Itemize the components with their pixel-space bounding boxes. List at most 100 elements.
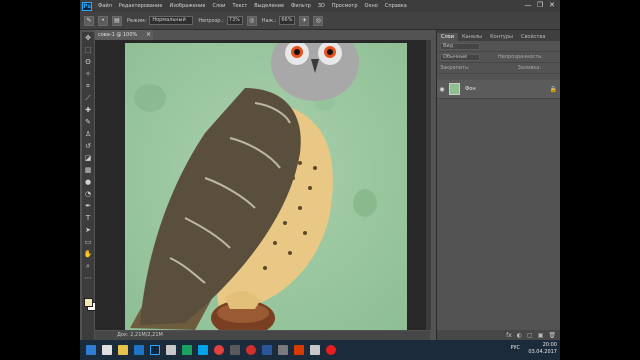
layer-filter-select[interactable]: Вид [440,42,480,50]
document-tab[interactable]: сова-1 @ 100% (RGB/8) × [95,30,153,48]
word-icon[interactable] [262,345,272,355]
healing-brush-tool-icon[interactable]: ✚ [82,104,94,116]
brush-tool-icon[interactable]: ✎ [84,15,94,26]
menu-bar: Ps Файл Редактирование Изображение Слои … [80,0,560,12]
document-area [95,40,430,330]
shape-tool-icon[interactable]: ▭ [82,236,94,248]
quick-select-tool-icon[interactable]: ✧ [82,68,94,80]
foreground-color-swatch[interactable] [84,298,93,307]
panel-tabs: Слои Каналы Контуры Свойства [437,30,560,41]
new-group-icon[interactable]: ▢ [527,332,533,339]
canvas[interactable] [125,43,407,330]
pressure-size-icon[interactable]: ◎ [313,15,324,26]
system-clock[interactable]: 20:00 03.04.2017 [528,342,557,356]
windows-taskbar: РУС 20:00 03.04.2017 [80,340,560,360]
photoshop-window: Ps Файл Редактирование Изображение Слои … [80,0,560,340]
window-controls: — ❐ ✕ [522,1,558,10]
document-size-status: Док: 2,21M/2,21M [117,332,163,338]
taskbar-app-icon-4[interactable] [310,345,320,355]
hand-tool-icon[interactable]: ✋ [82,248,94,260]
pressure-opacity-icon[interactable]: ◎ [246,15,257,26]
visibility-eye-icon[interactable]: ◉ [437,86,447,93]
vertical-scrollbar[interactable] [426,40,431,330]
opera-icon[interactable] [246,345,256,355]
menu-help[interactable]: Справка [385,3,407,9]
pen-tool-icon[interactable]: ✒ [82,200,94,212]
mode-label: Режим: [127,17,147,24]
type-tool-icon[interactable]: T [82,212,94,224]
eyedropper-tool-icon[interactable]: ⟋ [82,92,94,104]
photoshop-taskbar-icon[interactable] [150,345,160,355]
taskbar-app-icon-2[interactable] [230,345,240,355]
lasso-tool-icon[interactable]: ʘ [82,56,94,68]
gradient-tool-icon[interactable]: ▦ [82,164,94,176]
close-button[interactable]: ✕ [546,1,558,10]
history-brush-tool-icon[interactable]: ↺ [82,140,94,152]
clone-stamp-tool-icon[interactable]: ♙ [82,128,94,140]
taskbar-app-icon-3[interactable] [278,345,288,355]
opacity-label: Непрозр.: [198,17,224,24]
trash-icon[interactable]: 🗑 [548,332,556,339]
blend-mode-select[interactable]: Обычные [440,53,480,61]
menu-view[interactable]: Просмотр [332,3,358,9]
store-icon[interactable] [134,345,144,355]
tool-options-bar: ✎ • ▤ Режим: Нормальный Непрозр.: 73% ◎ … [80,12,560,30]
status-bar: Док: 2,21M/2,21M [95,331,430,340]
layer-name: Фон [465,86,476,92]
path-select-tool-icon[interactable]: ➤ [82,224,94,236]
powerpoint-icon[interactable] [294,345,304,355]
yandex-icon[interactable] [214,345,224,355]
more-tools-icon[interactable]: ⋯ [82,272,94,284]
blur-tool-icon[interactable]: ● [82,176,94,188]
menu-3d[interactable]: 3D [318,3,325,9]
flow-input[interactable]: 66% [279,16,296,25]
skype-icon[interactable] [198,345,208,355]
menu-filter[interactable]: Фильтр [291,3,311,9]
opacity-input[interactable]: 73% [226,16,243,25]
close-document-icon[interactable]: × [146,30,151,40]
menu-window[interactable]: Окно [365,3,378,9]
explorer-icon[interactable] [118,345,128,355]
brush-tool-icon[interactable]: ✎ [82,116,94,128]
brush-panel-icon[interactable]: ▤ [112,15,122,26]
fx-icon[interactable]: fx [506,332,512,339]
language-indicator[interactable]: РУС [510,345,520,351]
lock-icon: 🔒 [549,85,557,93]
start-icon[interactable] [86,345,96,355]
owl-painting [125,43,407,330]
marquee-tool-icon[interactable]: ⬚ [82,44,94,56]
tab-properties[interactable]: Свойства [517,33,549,41]
airbrush-icon[interactable]: ✈ [299,15,310,26]
zoom-tool-icon[interactable]: ⌕ [82,260,94,272]
tab-channels[interactable]: Каналы [458,33,486,41]
photoshop-logo: Ps [82,1,92,11]
adjustment-layer-icon[interactable]: ◐ [517,332,522,339]
menu-edit[interactable]: Редактирование [119,3,163,9]
lock-row: Закрепить: Заливка: [437,63,560,74]
eraser-tool-icon[interactable]: ◪ [82,152,94,164]
menu-image[interactable]: Изображение [169,3,205,9]
layers-panel: Слои Каналы Контуры Свойства Вид Обычные… [436,30,560,340]
new-layer-icon[interactable]: ▣ [538,332,544,339]
tab-layers[interactable]: Слои [437,33,458,41]
menu-select[interactable]: Выделение [254,3,284,9]
menu-type[interactable]: Текст [232,3,247,9]
edge-icon[interactable] [102,345,112,355]
mode-select[interactable]: Нормальный [149,16,194,25]
maximize-button[interactable]: ❐ [534,1,546,10]
layer-filter-row: Вид [437,41,560,52]
dodge-tool-icon[interactable]: ◔ [82,188,94,200]
record-icon[interactable] [326,345,336,355]
menu-file[interactable]: Файл [98,3,112,9]
brush-preset-icon[interactable]: • [98,15,108,26]
menu-layers[interactable]: Слои [212,3,225,9]
move-tool-icon[interactable]: ✥ [82,32,94,44]
spreadsheet-icon[interactable] [182,345,192,355]
taskbar-app-icon[interactable] [166,345,176,355]
minimize-button[interactable]: — [522,1,534,10]
tab-paths[interactable]: Контуры [486,33,517,41]
crop-tool-icon[interactable]: ⌗ [82,80,94,92]
fill-label: Заливка: [517,65,542,71]
lock-label: Закрепить: [440,65,470,71]
layer-row-background[interactable]: ◉ Фон 🔒 [437,80,560,99]
